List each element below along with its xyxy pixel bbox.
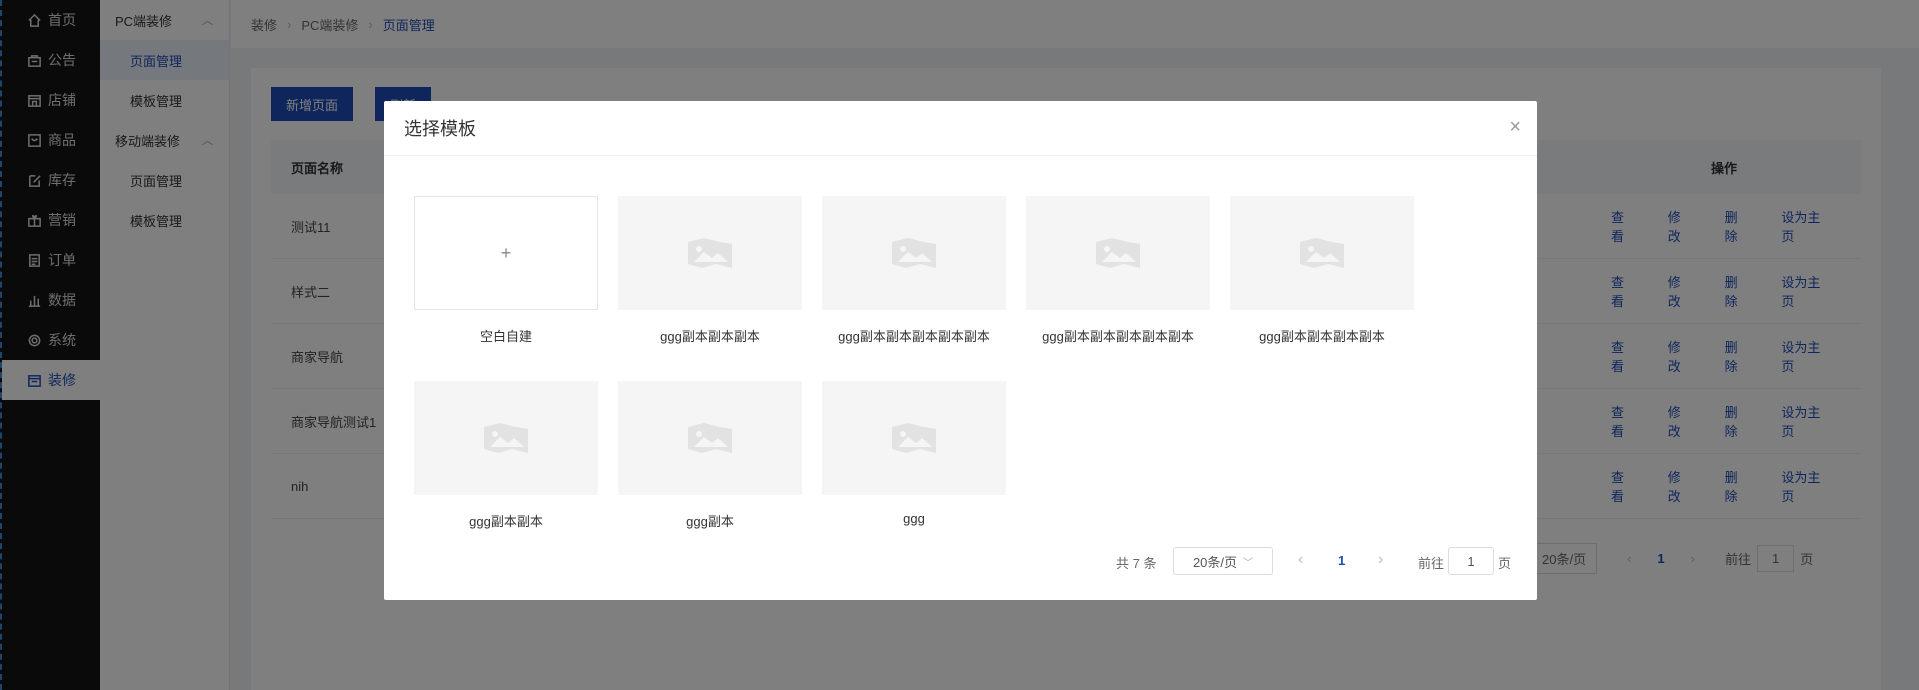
template-card[interactable]: ggg (822, 381, 1006, 526)
image-placeholder-icon (822, 196, 1006, 310)
template-name: 空白自建 (479, 329, 532, 344)
template-card[interactable]: ggg副本副本副本 (618, 196, 802, 345)
page-size-select[interactable]: 20条/页 ﹀ (1173, 547, 1273, 575)
goto-input[interactable] (1448, 547, 1494, 575)
chevron-down-icon: ﹀ (1243, 557, 1254, 569)
goto-unit: 页 (1498, 556, 1512, 571)
image-placeholder-icon (1026, 196, 1210, 310)
template-card[interactable]: ggg副本副本 (414, 381, 598, 530)
template-name: ggg副本副本副本副本 (1259, 329, 1385, 344)
image-placeholder-icon (414, 381, 598, 495)
close-icon[interactable]: × (1509, 117, 1521, 137)
page-number[interactable]: 1 (1338, 553, 1345, 568)
template-card[interactable]: ggg副本副本副本副本副本 (822, 196, 1006, 345)
template-name: ggg副本副本副本副本副本 (838, 329, 990, 344)
goto-label: 前往 (1418, 556, 1445, 571)
template-name: ggg (903, 511, 925, 526)
template-card-blank[interactable]: + 空白自建 (414, 196, 598, 345)
template-card[interactable]: ggg副本副本副本副本 (1230, 196, 1414, 345)
template-name: ggg副本副本副本 (660, 329, 760, 344)
plus-icon[interactable]: + (414, 196, 598, 310)
template-card[interactable]: ggg副本 (618, 381, 802, 530)
total-count: 共 7 条 (1116, 556, 1157, 571)
template-name: ggg副本副本 (469, 514, 543, 529)
page-size-value: 20条/页 (1192, 554, 1238, 570)
image-placeholder-icon (618, 196, 802, 310)
dialog-pagination: 共 7 条 20条/页 ﹀ ‹ 1 › 前往 页 (384, 547, 1537, 577)
template-name: ggg副本 (686, 514, 734, 529)
next-page-icon[interactable]: › (1378, 551, 1383, 569)
image-placeholder-icon (822, 381, 1006, 495)
image-placeholder-icon (618, 381, 802, 495)
template-select-dialog: 选择模板 × + 空白自建 ggg副本副本副本 ggg副本副本副本副本副本 gg… (384, 101, 1537, 600)
prev-page-icon[interactable]: ‹ (1298, 551, 1303, 569)
image-placeholder-icon (1230, 196, 1414, 310)
template-card[interactable]: ggg副本副本副本副本副本 (1026, 196, 1210, 345)
template-name: ggg副本副本副本副本副本 (1042, 329, 1194, 344)
dialog-title: 选择模板 (384, 101, 1537, 156)
